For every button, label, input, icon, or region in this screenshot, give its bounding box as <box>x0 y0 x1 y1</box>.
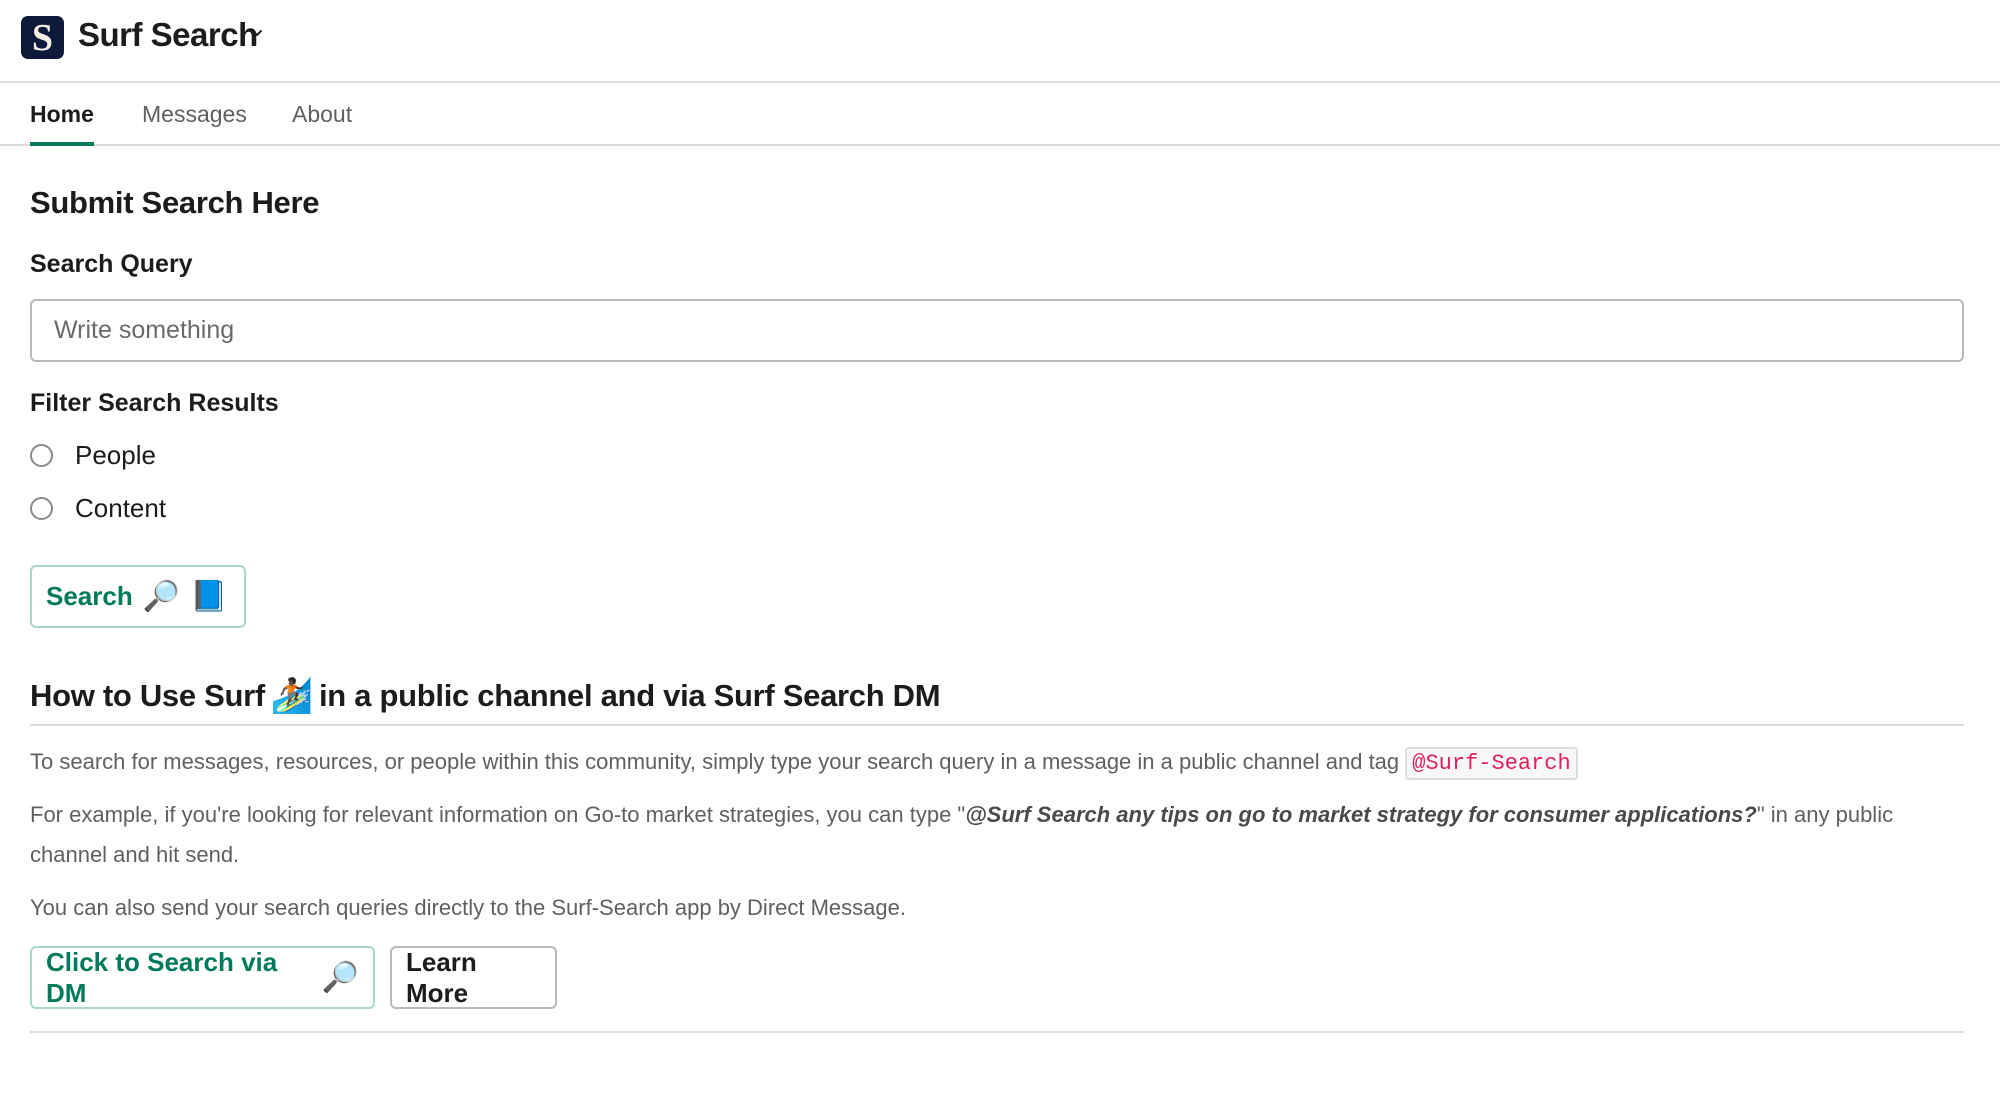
app-logo: S <box>21 16 64 59</box>
instructions-paragraph-2: For example, if you're looking for relev… <box>30 795 1970 875</box>
learn-more-label: Learn More <box>406 946 477 1008</box>
radio-button[interactable] <box>30 444 53 467</box>
search-via-dm-label: Click to Search via DM <box>46 946 278 1008</box>
surfer-icon: 🏄🏿 <box>270 677 313 715</box>
example-query: @Surf Search any tips on go to market st… <box>965 802 1757 827</box>
search-button[interactable]: Search 🔎 📘 <box>30 565 246 628</box>
magnifying-glass-icon: 🔎 <box>142 580 181 613</box>
app-logo-letter: S <box>31 16 54 59</box>
tab-home[interactable]: Home <box>30 101 94 146</box>
mention-code-tag: @Surf-Search <box>1405 747 1578 780</box>
learn-more-button[interactable]: Learn More <box>390 946 557 1009</box>
instructions-paragraph-1: To search for messages, resources, or pe… <box>30 742 1970 784</box>
section-divider <box>30 724 1964 726</box>
radio-label: Content <box>75 493 167 523</box>
magnifying-glass-icon: 🔎 <box>321 961 359 994</box>
search-query-input[interactable] <box>30 299 1964 362</box>
blue-book-icon: 📘 <box>190 580 228 613</box>
filter-label: Filter Search Results <box>30 389 279 417</box>
tab-messages[interactable]: Messages <box>142 101 247 146</box>
section-title-how-to-use: How to Use Surf 🏄🏿 in a public channel a… <box>30 676 941 716</box>
paragraph-text: For example, if you're looking for relev… <box>30 802 966 827</box>
tab-about[interactable]: About <box>292 101 352 146</box>
radio-option-people[interactable]: People <box>30 440 156 471</box>
chevron-down-icon[interactable] <box>250 26 264 40</box>
radio-option-content[interactable]: Content <box>30 493 166 524</box>
search-query-label: Search Query <box>30 250 193 278</box>
how-to-title-end: in a public channel and via Surf Search … <box>318 678 941 713</box>
app-title[interactable]: Surf Search <box>78 16 258 54</box>
radio-button[interactable] <box>30 497 53 520</box>
section-title-submit-search: Submit Search Here <box>30 185 320 220</box>
search-via-dm-button[interactable]: Click to Search via DM 🔎 <box>30 946 375 1009</box>
app-header: S Surf Search <box>0 0 2000 83</box>
search-button-label: Search <box>46 581 133 611</box>
bottom-divider <box>30 1031 1964 1033</box>
paragraph-text: To search for messages, resources, or pe… <box>30 749 1406 774</box>
radio-label: People <box>75 440 156 470</box>
instructions-paragraph-3: You can also send your search queries di… <box>30 895 906 920</box>
how-to-title-start: How to Use Surf <box>30 678 265 713</box>
tab-bar: Home Messages About <box>0 83 2000 146</box>
